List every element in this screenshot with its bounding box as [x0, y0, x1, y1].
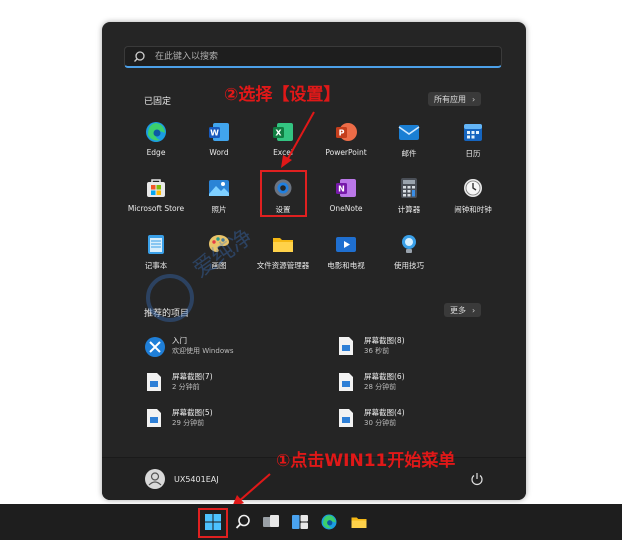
all-apps-button[interactable]: 所有应用 ›	[428, 92, 482, 106]
palette-icon	[209, 235, 229, 252]
app-label: Word	[209, 148, 229, 157]
word-icon: W	[209, 123, 229, 141]
windows-start-icon[interactable]	[204, 513, 222, 531]
app-file-explorer[interactable]: 文件资源管理器	[254, 230, 312, 278]
search-input[interactable]	[153, 50, 457, 63]
recommended-item-subtitle: 28 分钟前	[364, 383, 397, 391]
svg-text:P: P	[339, 129, 345, 138]
settings-highlight-box	[260, 170, 307, 217]
recommended-item-get-started[interactable]: 入门 欢迎使用 Windows	[145, 334, 326, 360]
recommended-item-subtitle: 欢迎使用 Windows	[172, 347, 234, 355]
edge-icon	[146, 122, 166, 142]
folder-icon	[273, 238, 293, 252]
folder-icon[interactable]	[350, 513, 368, 531]
app-label: 照片	[211, 205, 227, 214]
recommended-item-screenshot-6[interactable]: 屏幕截图(6) 28 分钟前	[338, 370, 518, 396]
widgets-icon[interactable]	[291, 513, 309, 531]
app-label: 邮件	[401, 149, 417, 158]
chevron-right-icon: ›	[472, 305, 476, 315]
app-label: 画图	[211, 261, 227, 270]
app-label: 日历	[465, 149, 481, 158]
svg-text:W: W	[210, 129, 219, 138]
app-label: 使用技巧	[394, 261, 424, 270]
calculator-icon	[401, 178, 417, 198]
search-box[interactable]	[124, 46, 502, 68]
user-account-button[interactable]: UX5401EAJ	[144, 468, 219, 490]
app-tips[interactable]: 使用技巧	[380, 230, 438, 278]
recommended-item-screenshot-8[interactable]: 屏幕截图(8) 36 秒前	[338, 334, 518, 360]
all-apps-label: 所有应用	[434, 94, 466, 104]
app-label: Edge	[146, 148, 166, 157]
app-label: 文件资源管理器	[256, 261, 310, 270]
onenote-icon: N	[336, 179, 356, 197]
recommended-item-subtitle: 36 秒前	[364, 347, 390, 355]
app-label: 计算器	[397, 205, 421, 214]
image-file-icon	[339, 373, 353, 391]
app-edge[interactable]: Edge	[127, 118, 185, 166]
search-icon[interactable]	[234, 513, 252, 531]
recommended-title: 推荐的项目	[144, 309, 190, 319]
annotation-step2: ②选择【设置】	[224, 85, 341, 105]
calendar-icon	[464, 124, 482, 141]
lightbulb-icon	[402, 235, 416, 253]
chevron-right-icon: ›	[472, 94, 476, 104]
store-icon	[147, 179, 165, 197]
edge-icon[interactable]	[320, 513, 338, 531]
app-onenote[interactable]: N OneNote	[317, 174, 375, 222]
clock-icon	[464, 179, 482, 197]
recommended-item-title: 屏幕截图(5)	[172, 408, 213, 417]
avatar	[145, 469, 165, 489]
film-icon	[336, 237, 356, 252]
app-microsoft-store[interactable]: Microsoft Store	[127, 174, 185, 222]
app-movies-tv[interactable]: 电影和电视	[317, 230, 375, 278]
image-file-icon	[339, 409, 353, 427]
recommended-item-screenshot-5[interactable]: 屏幕截图(5) 29 分钟前	[146, 406, 326, 432]
recommended-item-title: 屏幕截图(6)	[364, 372, 405, 381]
user-name: UX5401EAJ	[174, 474, 219, 484]
app-calculator[interactable]: 计算器	[380, 174, 438, 222]
recommended-item-screenshot-7[interactable]: 屏幕截图(7) 2 分钟前	[146, 370, 326, 396]
recommended-item-screenshot-4[interactable]: 屏幕截图(4) 30 分钟前	[338, 406, 518, 432]
task-view-icon[interactable]	[262, 513, 280, 531]
notepad-icon	[148, 235, 164, 254]
app-calendar[interactable]: 日历	[444, 118, 502, 166]
app-mail[interactable]: 邮件	[380, 118, 438, 166]
app-label: 闹钟和时钟	[454, 205, 492, 214]
app-label: 电影和电视	[327, 261, 365, 270]
recommended-item-subtitle: 2 分钟前	[172, 383, 200, 391]
annotation-step1: ①点击WIN11开始菜单	[276, 451, 456, 471]
image-file-icon	[147, 409, 161, 427]
recommended-item-subtitle: 29 分钟前	[172, 419, 205, 427]
search-icon	[134, 50, 145, 62]
photos-icon	[209, 180, 229, 196]
get-started-icon	[145, 337, 165, 357]
power-icon[interactable]	[470, 472, 484, 486]
app-paint[interactable]: 画图	[190, 230, 248, 278]
app-label: OneNote	[329, 204, 363, 213]
more-label: 更多	[450, 305, 466, 315]
annotation-arrow-settings	[281, 111, 315, 168]
powerpoint-icon: P	[336, 123, 357, 141]
recommended-item-title: 屏幕截图(7)	[172, 372, 213, 381]
app-label: Microsoft Store	[127, 204, 185, 213]
app-label: 记事本	[144, 261, 168, 270]
image-file-icon	[339, 337, 353, 355]
app-photos[interactable]: 照片	[190, 174, 248, 222]
recommended-item-subtitle: 30 分钟前	[364, 419, 397, 427]
app-notepad[interactable]: 记事本	[127, 230, 185, 278]
image-file-icon	[147, 373, 161, 391]
recommended-item-title: 入门	[172, 336, 187, 345]
app-word[interactable]: W Word	[190, 118, 248, 166]
taskbar	[0, 504, 622, 540]
mail-icon	[398, 125, 420, 140]
svg-text:N: N	[338, 185, 345, 194]
app-alarms-clock[interactable]: 闹钟和时钟	[444, 174, 502, 222]
recommended-item-title: 屏幕截图(8)	[364, 336, 405, 345]
more-button[interactable]: 更多 ›	[444, 303, 482, 317]
pinned-title: 已固定	[144, 97, 172, 107]
recommended-item-title: 屏幕截图(4)	[364, 408, 405, 417]
